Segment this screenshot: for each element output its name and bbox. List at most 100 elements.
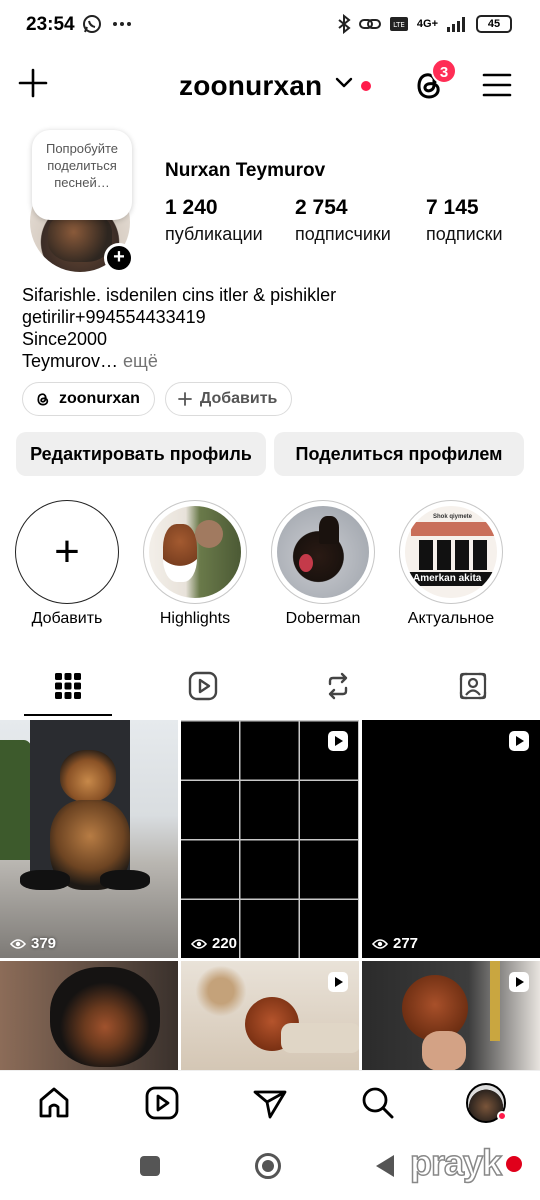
profile-header: zoonurxan 3 bbox=[0, 58, 540, 114]
grid-post[interactable] bbox=[362, 961, 540, 1070]
watermark-logo: prayk bbox=[409, 1141, 503, 1184]
status-right-icons: LTE 4G+ 45 bbox=[337, 14, 512, 34]
bottom-navigation bbox=[0, 1070, 540, 1136]
highlight-item[interactable]: Shok qiymete Amerkan akita Актуальное bbox=[391, 500, 511, 628]
reels-icon[interactable] bbox=[144, 1085, 180, 1121]
highlight-caption-top: Shok qiymete bbox=[433, 514, 473, 520]
bio-line: Since2000 bbox=[22, 329, 108, 349]
create-plus-icon[interactable] bbox=[18, 68, 48, 98]
more-dots-icon bbox=[113, 22, 131, 26]
post-image-black-grid bbox=[181, 720, 359, 958]
grid-post[interactable]: 277 bbox=[362, 720, 540, 958]
back-button[interactable] bbox=[376, 1155, 394, 1177]
highlight-label: Актуальное bbox=[407, 610, 495, 627]
highlight-label: Добавить bbox=[31, 610, 103, 627]
eye-icon bbox=[191, 938, 207, 949]
posts-label: публикации bbox=[165, 224, 263, 244]
following-stat[interactable]: 7 145 подписки bbox=[426, 196, 503, 245]
battery-icon: 45 bbox=[476, 15, 512, 33]
followers-label: подписчики bbox=[295, 224, 391, 244]
tab-tagged[interactable] bbox=[405, 656, 540, 716]
post-view-count: 220 bbox=[191, 935, 237, 952]
tab-reposts[interactable] bbox=[270, 656, 405, 716]
highlight-item[interactable]: Highlights bbox=[135, 500, 255, 628]
account-username[interactable]: zoonurxan bbox=[179, 70, 322, 102]
threads-icon bbox=[37, 393, 49, 406]
repost-icon bbox=[328, 672, 347, 700]
highlight-ring: Shok qiymete Amerkan akita bbox=[399, 500, 503, 604]
eye-icon bbox=[372, 938, 388, 949]
direct-messages-icon[interactable] bbox=[252, 1085, 288, 1121]
post-view-count: 379 bbox=[10, 935, 56, 952]
tab-posts-grid[interactable] bbox=[0, 656, 135, 716]
profile-actions: Редактировать профиль Поделиться профиле… bbox=[16, 432, 524, 476]
grid-post[interactable] bbox=[181, 961, 359, 1070]
add-story-plus-icon[interactable]: + bbox=[104, 243, 134, 273]
highlight-label: Highlights bbox=[159, 610, 231, 627]
share-profile-button[interactable]: Поделиться профилем bbox=[274, 432, 524, 476]
highlight-label: Doberman bbox=[285, 610, 361, 627]
highlight-ring bbox=[271, 500, 375, 604]
profile-chips: zoonurxan Добавить bbox=[22, 382, 293, 416]
grid-post[interactable]: 220 bbox=[181, 720, 359, 958]
profile-tabs bbox=[0, 656, 540, 718]
recent-apps-button[interactable] bbox=[140, 1156, 160, 1176]
view-count: 220 bbox=[212, 935, 238, 952]
followers-count: 2 754 bbox=[295, 196, 348, 219]
watermark-dot bbox=[506, 1156, 522, 1172]
view-count: 379 bbox=[31, 935, 57, 952]
volte-icon: LTE bbox=[389, 17, 408, 31]
active-tab-indicator bbox=[24, 714, 112, 716]
threads-chip[interactable]: zoonurxan bbox=[22, 382, 155, 416]
posts-grid: 379 220 277 bbox=[0, 720, 540, 1070]
bio-line-truncated: Teymurov… ещё bbox=[22, 350, 502, 372]
system-navigation: prayk bbox=[0, 1136, 540, 1200]
highlight-image-akita: Shok qiymete Amerkan akita bbox=[405, 506, 497, 598]
battery-level: 45 bbox=[487, 18, 501, 30]
note-bubble[interactable]: Попробуйте поделиться песней… bbox=[32, 130, 132, 220]
post-image-rottweiler bbox=[50, 967, 160, 1067]
highlight-image-doberman bbox=[277, 506, 369, 598]
plus-icon: + bbox=[15, 500, 119, 604]
tab-reels[interactable] bbox=[135, 656, 270, 716]
bio-more-link[interactable]: ещё bbox=[118, 351, 158, 371]
home-icon[interactable] bbox=[36, 1085, 72, 1121]
highlight-item[interactable]: Doberman bbox=[263, 500, 383, 628]
account-notification-dot bbox=[361, 81, 371, 91]
menu-hamburger-icon[interactable] bbox=[482, 70, 512, 100]
posts-count: 1 240 bbox=[165, 196, 218, 219]
search-icon[interactable] bbox=[360, 1085, 396, 1121]
reels-play-icon bbox=[188, 671, 217, 701]
bio-line: getirilir+994554433419 bbox=[22, 307, 206, 327]
followers-stat[interactable]: 2 754 подписчики bbox=[295, 196, 391, 245]
highlight-add[interactable]: + Добавить bbox=[7, 500, 127, 628]
status-time: 23:54 bbox=[26, 14, 75, 35]
following-count: 7 145 bbox=[426, 196, 479, 219]
reel-icon bbox=[328, 972, 348, 992]
signal-icon bbox=[447, 17, 465, 32]
home-button[interactable] bbox=[255, 1153, 281, 1179]
highlight-caption: Amerkan akita bbox=[413, 573, 482, 584]
status-left-icons bbox=[82, 14, 132, 34]
plus-icon bbox=[177, 392, 192, 406]
grid-post[interactable]: 379 bbox=[0, 720, 178, 958]
svg-text:LTE: LTE bbox=[393, 21, 405, 29]
highlight-image-dog-man bbox=[149, 506, 241, 598]
bio-line: Sifarishle. isdenilen cins itler & pishi… bbox=[22, 285, 337, 305]
add-link-label: Добавить bbox=[199, 390, 278, 407]
add-link-chip[interactable]: Добавить bbox=[164, 382, 293, 416]
post-view-count: 277 bbox=[372, 935, 418, 952]
link-icon bbox=[358, 19, 381, 29]
post-image-shepherd bbox=[0, 720, 178, 958]
bluetooth-icon bbox=[338, 14, 351, 34]
eye-icon bbox=[10, 938, 26, 949]
grid-post[interactable] bbox=[0, 961, 178, 1070]
profile-full-name: Nurxan Teymurov bbox=[165, 160, 326, 181]
whatsapp-icon bbox=[83, 15, 101, 33]
threads-badge: 3 bbox=[431, 58, 457, 84]
edit-profile-button[interactable]: Редактировать профиль bbox=[16, 432, 266, 476]
highlight-ring bbox=[143, 500, 247, 604]
network-type: 4G+ bbox=[416, 18, 438, 30]
chevron-down-icon[interactable] bbox=[335, 76, 353, 90]
posts-stat[interactable]: 1 240 публикации bbox=[165, 196, 263, 245]
